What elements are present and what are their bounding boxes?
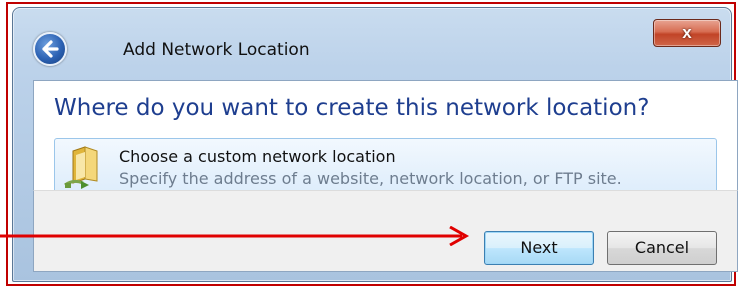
page-heading: Where do you want to create this network… (54, 95, 650, 121)
close-button[interactable]: x (653, 19, 721, 47)
option-title: Choose a custom network location (119, 147, 396, 166)
title-bar: Add Network Location x (13, 8, 731, 80)
annotation-arrow (0, 226, 470, 246)
folder-network-icon (64, 146, 98, 189)
content-area: Where do you want to create this network… (33, 80, 738, 198)
window-title: Add Network Location (123, 40, 310, 60)
option-description: Specify the address of a website, networ… (119, 169, 622, 188)
back-button[interactable] (33, 32, 67, 66)
close-icon: x (682, 23, 692, 42)
next-button[interactable]: Next (484, 231, 594, 265)
cancel-button[interactable]: Cancel (607, 231, 717, 265)
back-arrow-icon (42, 40, 59, 58)
custom-location-option[interactable]: Choose a custom network location Specify… (54, 138, 717, 198)
